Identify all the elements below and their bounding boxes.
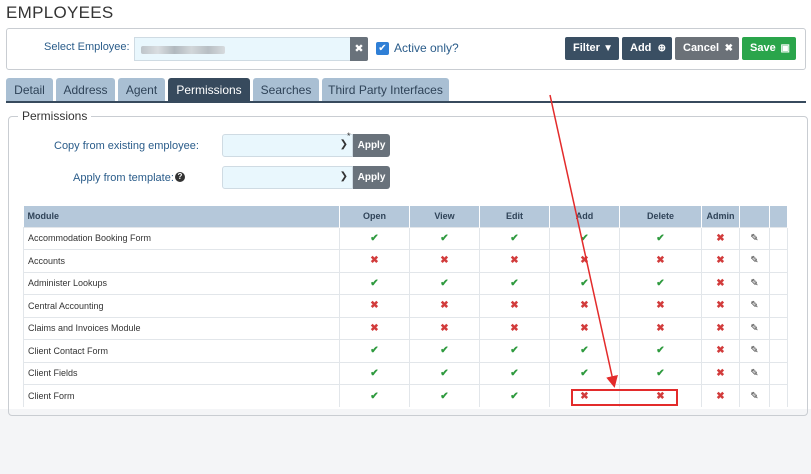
annotation-arrow bbox=[549, 94, 618, 388]
page: EMPLOYEES Select Employee: ✖ ✔ Active on… bbox=[0, 0, 811, 474]
